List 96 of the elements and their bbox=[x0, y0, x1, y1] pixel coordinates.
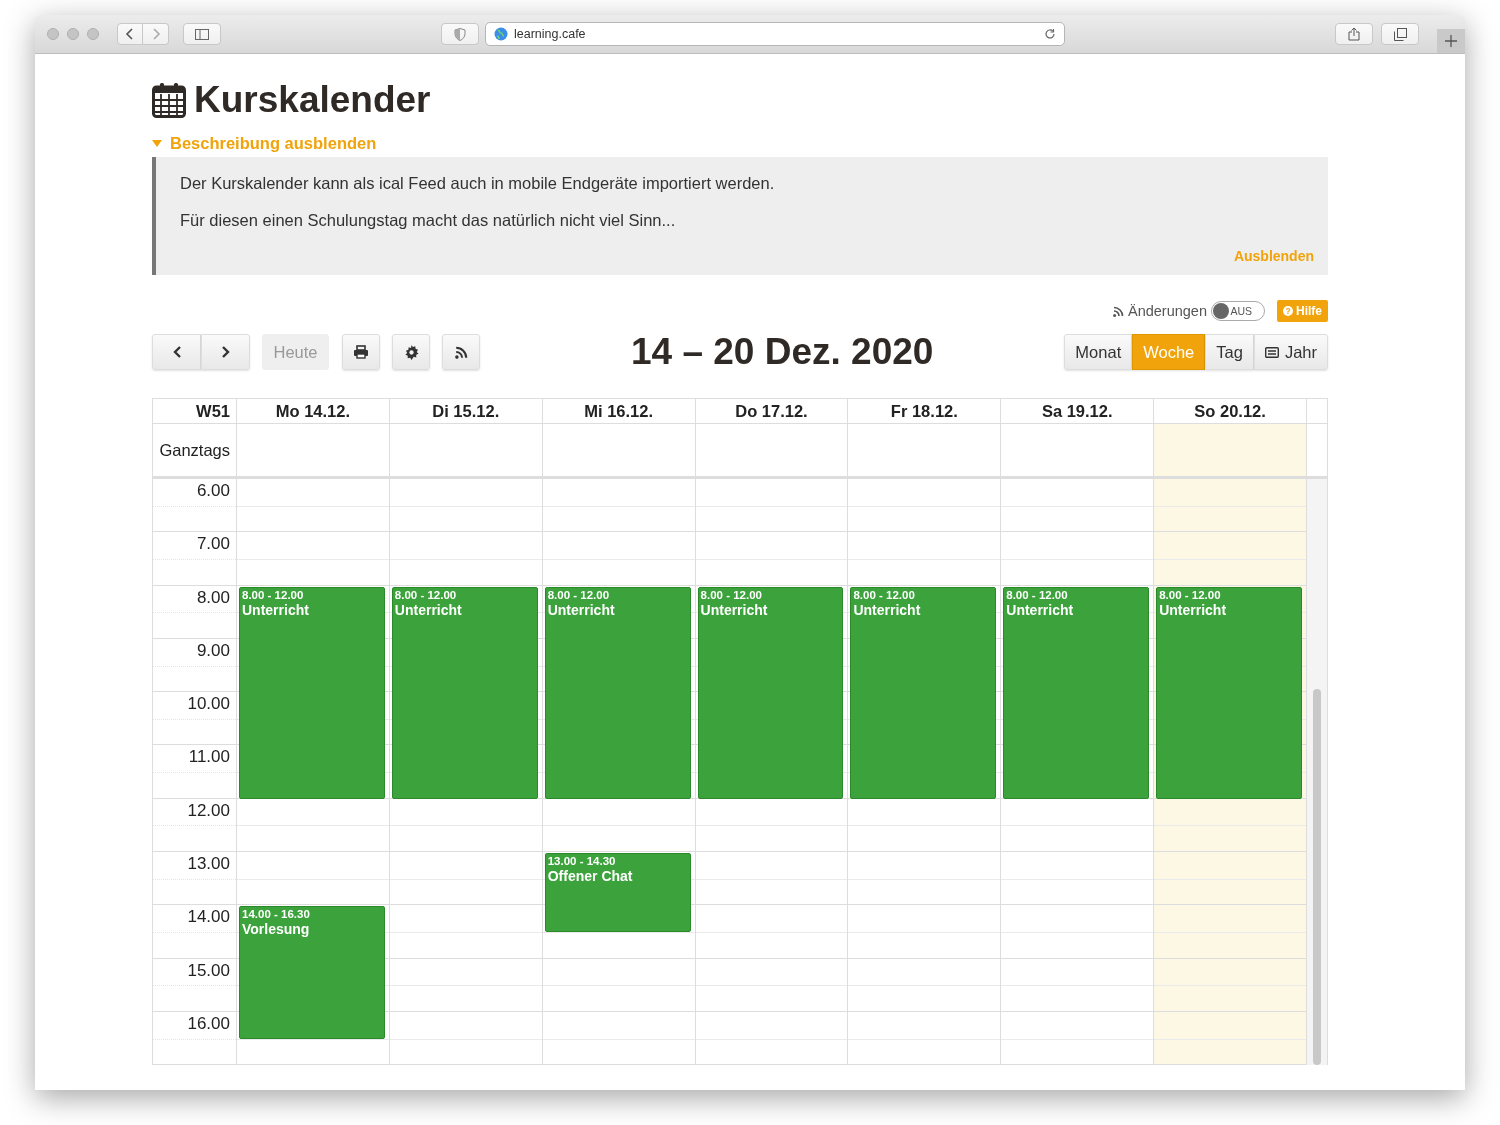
chevron-right-icon bbox=[150, 27, 161, 41]
sidebar-button[interactable] bbox=[183, 23, 221, 45]
window-control-icon[interactable] bbox=[87, 28, 99, 40]
hour-label: 10.00 bbox=[187, 694, 230, 715]
event-time: 8.00 - 12.00 bbox=[547, 588, 611, 601]
description-text: Für diesen einen Schulungstag macht das natürlich nicht viel Sinn... bbox=[180, 210, 677, 230]
help-icon: ? bbox=[1283, 306, 1293, 316]
day-header: Mi 16.12. bbox=[542, 399, 696, 424]
today-button[interactable]: Heute bbox=[262, 334, 329, 370]
view-tab[interactable]: Monat bbox=[1064, 334, 1133, 370]
date-range-title: 14 – 20 Dez. 2020 bbox=[629, 331, 935, 373]
event-time: 8.00 - 12.00 bbox=[242, 588, 305, 601]
view-tab[interactable]: Woche bbox=[1132, 334, 1206, 370]
next-button[interactable] bbox=[201, 334, 250, 370]
hour-label: 15.00 bbox=[187, 960, 230, 981]
url-text: learning.cafe bbox=[514, 27, 587, 41]
day-header: Fr 18.12. bbox=[848, 399, 1002, 424]
event-title: Unterricht bbox=[1159, 601, 1228, 618]
all-day-label: Ganztags bbox=[159, 440, 230, 460]
hour-label: 6.00 bbox=[196, 481, 230, 501]
reload-icon bbox=[1044, 28, 1056, 40]
hour-label: 16.00 bbox=[187, 1013, 230, 1034]
new-tab-button[interactable] bbox=[1437, 29, 1465, 53]
hour-label: 11.00 bbox=[188, 747, 230, 768]
reload-button[interactable] bbox=[1044, 28, 1056, 40]
privacy-shield-button[interactable] bbox=[441, 23, 479, 45]
chevron-left-icon bbox=[125, 27, 135, 41]
event-title: Unterricht bbox=[547, 601, 616, 618]
week-number: W51 bbox=[153, 399, 237, 424]
event-title: Unterricht bbox=[700, 601, 769, 618]
day-header: Do 17.12. bbox=[695, 399, 849, 424]
hour-label: 8.00 bbox=[196, 587, 230, 608]
event-title: Unterricht bbox=[853, 601, 922, 618]
day-header: Sa 19.12. bbox=[1001, 399, 1155, 424]
event-title: Unterricht bbox=[394, 601, 463, 618]
calendar-icon bbox=[152, 82, 186, 118]
list-icon bbox=[1264, 346, 1279, 358]
calendar-event[interactable]: 13.00 - 14.30 Offener Chat bbox=[544, 853, 691, 933]
share-button[interactable] bbox=[1335, 23, 1373, 45]
settings-button[interactable] bbox=[392, 334, 430, 370]
day-header: Mo 14.12. bbox=[237, 399, 390, 424]
calendar-event[interactable]: 8.00 - 12.00 Unterricht bbox=[1156, 586, 1302, 799]
forward-button[interactable] bbox=[143, 23, 169, 45]
print-button[interactable] bbox=[342, 334, 380, 370]
event-title: Vorlesung bbox=[242, 921, 311, 938]
view-tab[interactable]: Tag bbox=[1205, 334, 1254, 370]
calendar-event[interactable]: 8.00 - 12.00 Unterricht bbox=[544, 586, 691, 799]
changes-toggle[interactable]: AUS bbox=[1211, 301, 1265, 321]
event-time: 8.00 - 12.00 bbox=[700, 588, 763, 601]
calendar-event[interactable]: 8.00 - 12.00 Unterricht bbox=[850, 586, 997, 799]
help-button[interactable]: ? Hilfe bbox=[1277, 300, 1328, 322]
rss-icon bbox=[1112, 305, 1124, 317]
event-time: 13.00 - 14.30 bbox=[547, 855, 617, 868]
event-title: Offener Chat bbox=[547, 868, 634, 885]
address-bar[interactable]: learning.cafe bbox=[485, 22, 1065, 46]
event-time: 8.00 - 12.00 bbox=[394, 588, 458, 601]
hour-label: 14.00 bbox=[187, 907, 230, 928]
calendar-event[interactable]: 8.00 - 12.00 Unterricht bbox=[239, 586, 385, 799]
calendar-event[interactable]: 8.00 - 12.00 Unterricht bbox=[391, 586, 538, 799]
event-time: 8.00 - 12.00 bbox=[1159, 588, 1222, 601]
sidebar-icon bbox=[195, 28, 209, 40]
event-time: 8.00 - 12.00 bbox=[853, 588, 916, 601]
chevron-left-icon bbox=[171, 345, 182, 359]
event-time: 8.00 - 12.00 bbox=[1006, 588, 1069, 601]
hour-label: 13.00 bbox=[187, 854, 230, 875]
chevron-right-icon bbox=[220, 345, 231, 359]
event-title: Unterricht bbox=[242, 601, 310, 618]
rss-icon bbox=[454, 345, 468, 359]
share-icon bbox=[1348, 27, 1360, 41]
day-header: Di 15.12. bbox=[389, 399, 543, 424]
rss-feed-button[interactable] bbox=[442, 334, 480, 370]
view-tab[interactable]: Jahr bbox=[1253, 334, 1328, 370]
window-control-icon[interactable] bbox=[67, 28, 79, 40]
window-control-icon[interactable] bbox=[47, 28, 59, 40]
description-text: Der Kurskalender kann als ical Feed auch in mobile Endgeräte importiert werden. bbox=[180, 173, 776, 193]
changes-label: Änderungen bbox=[1127, 303, 1207, 319]
calendar-event[interactable]: 8.00 - 12.00 Unterricht bbox=[1003, 586, 1150, 799]
tabs-overview-button[interactable] bbox=[1381, 23, 1419, 45]
hour-label: 7.00 bbox=[196, 534, 230, 555]
print-icon bbox=[353, 345, 369, 359]
calendar-event[interactable]: 8.00 - 12.00 Unterricht bbox=[697, 586, 844, 799]
tabs-icon bbox=[1393, 27, 1407, 41]
hour-label: 12.00 bbox=[187, 800, 230, 821]
event-title: Unterricht bbox=[1006, 601, 1075, 618]
event-time: 14.00 - 16.30 bbox=[242, 908, 311, 921]
hide-link[interactable]: Ausblenden bbox=[1233, 248, 1314, 264]
hour-label: 9.00 bbox=[196, 640, 230, 661]
previous-button[interactable] bbox=[152, 334, 201, 370]
plus-icon bbox=[1445, 35, 1457, 47]
calendar-event[interactable]: 14.00 - 16.30 Vorlesung bbox=[239, 906, 385, 1039]
settings-icon bbox=[403, 344, 419, 360]
scrollbar-thumb[interactable] bbox=[1313, 689, 1321, 1066]
back-button[interactable] bbox=[117, 23, 143, 45]
page-title: Kurskalender bbox=[194, 79, 431, 121]
globe-icon bbox=[494, 27, 508, 41]
shield-icon bbox=[454, 27, 466, 41]
